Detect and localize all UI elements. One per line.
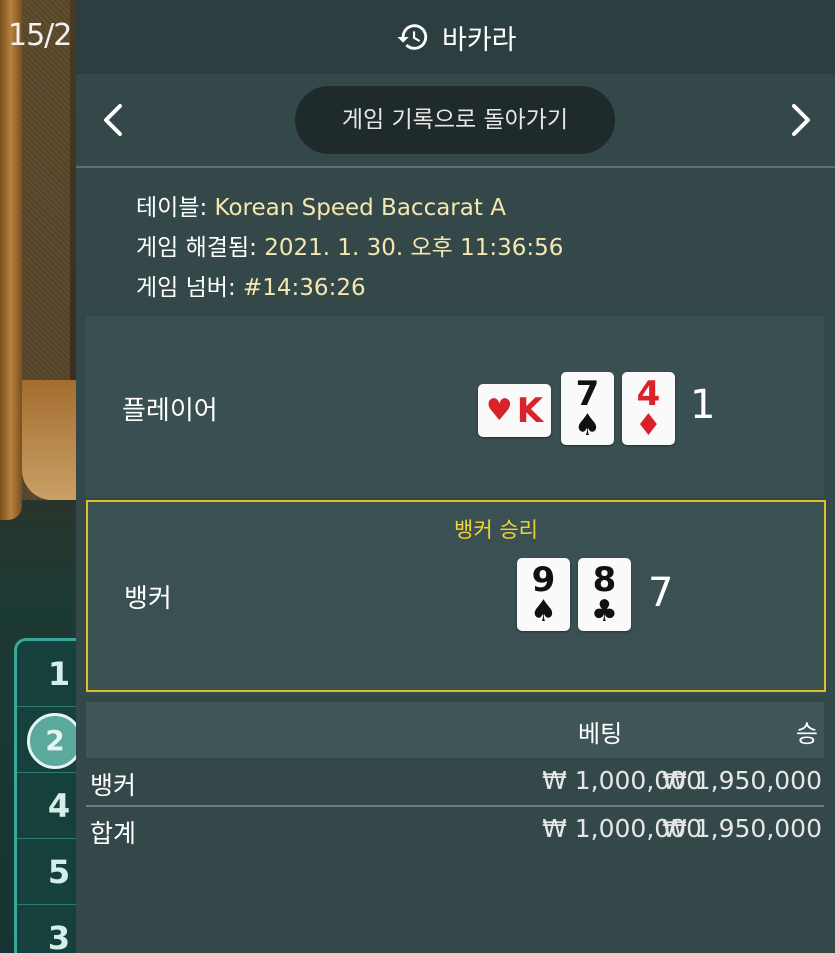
club-suit-icon: ♣ [591, 593, 618, 629]
game-background: 15/2 1 2 4 5 3 [0, 0, 78, 953]
back-to-history-button[interactable]: 게임 기록으로 돌아가기 [295, 86, 615, 154]
bead-road-cell: 1 [17, 641, 78, 707]
banker-result-row: 뱅커 승리 뱅커 9 ♠ 8 ♣ 7 [86, 500, 826, 692]
resolved-value: 2021. 1. 30. 오후 11:36:56 [264, 235, 564, 261]
bead-road-cell: 5 [17, 839, 78, 905]
table-info-line: 테이블: Korean Speed Baccarat A [136, 188, 563, 228]
bead-road-cell: 4 [17, 773, 78, 839]
card-rank: 7 [575, 373, 600, 414]
game-number-label: 게임 넘버: [136, 275, 236, 301]
card-rank: 9 [531, 559, 556, 600]
bead-road-cell: 3 [17, 905, 78, 953]
banker-total: 7 [648, 570, 674, 616]
chevron-left-icon[interactable] [94, 96, 134, 144]
panel-title: 바카라 [396, 17, 517, 57]
banker-card-2: 8 ♣ [578, 558, 631, 631]
bet-table-header: 베팅 승 [86, 702, 824, 758]
panel-header: 바카라 [76, 0, 835, 74]
history-nav: 게임 기록으로 돌아가기 [76, 74, 835, 168]
total-win-amount: ₩ 1,950,000 [662, 814, 822, 843]
game-number-line: 게임 넘버: #14:36:26 [136, 268, 563, 308]
bet-name: 뱅커 [90, 771, 137, 800]
game-info: 테이블: Korean Speed Baccarat A 게임 해결됨: 202… [136, 188, 563, 308]
table-rail [0, 0, 22, 520]
banker-card-1: 9 ♠ [517, 558, 570, 631]
game-number-value: #14:36:26 [243, 275, 366, 301]
card-rank: 4 [636, 373, 661, 414]
banker-win-label: 뱅커 승리 [454, 518, 538, 542]
player-label: 플레이어 [122, 396, 218, 426]
table-row: 뱅커 ₩ 1,000,000 ₩ 1,950,000 [86, 760, 824, 806]
banker-label: 뱅커 [124, 584, 172, 614]
player-card-3: 4 ♦ [622, 372, 675, 445]
player-result-row: 플레이어 ♥ K 7 ♠ 4 ♦ 1 [86, 316, 824, 498]
card-rank: 8 [592, 559, 617, 600]
round-counter: 15/2 [8, 18, 72, 53]
player-total: 1 [690, 382, 716, 428]
total-name: 합계 [90, 819, 137, 848]
game-history-panel: 바카라 게임 기록으로 돌아가기 테이블: Korean Speed Bacca… [76, 0, 835, 953]
row-divider [86, 805, 824, 807]
diamond-suit-icon: ♦ [635, 407, 662, 443]
heart-suit-icon: ♥ [485, 392, 513, 428]
panel-title-text: 바카라 [442, 24, 517, 56]
table-row: 합계 ₩ 1,000,000 ₩ 1,950,000 [86, 808, 824, 854]
card-rank: K [516, 390, 544, 431]
spade-suit-icon: ♠ [530, 593, 557, 629]
player-card-2: 7 ♠ [561, 372, 614, 445]
win-amount: ₩ 1,950,000 [662, 766, 822, 795]
table-value: Korean Speed Baccarat A [214, 195, 506, 221]
bead-road: 1 2 4 5 3 [14, 638, 78, 953]
resolved-info-line: 게임 해결됨: 2021. 1. 30. 오후 11:36:56 [136, 228, 563, 268]
table-rail-curve [22, 380, 78, 500]
chevron-right-icon[interactable] [780, 96, 820, 144]
bead-road-cell: 2 [17, 707, 78, 773]
win-column-header: 승 [795, 720, 818, 748]
resolved-label: 게임 해결됨: [136, 235, 257, 261]
bead-road-highlight: 2 [27, 713, 78, 769]
spade-suit-icon: ♠ [574, 407, 601, 443]
player-card-1: ♥ K [478, 384, 551, 437]
bet-column-header: 베팅 [578, 720, 623, 748]
history-icon [397, 24, 428, 50]
table-label: 테이블: [136, 195, 208, 221]
